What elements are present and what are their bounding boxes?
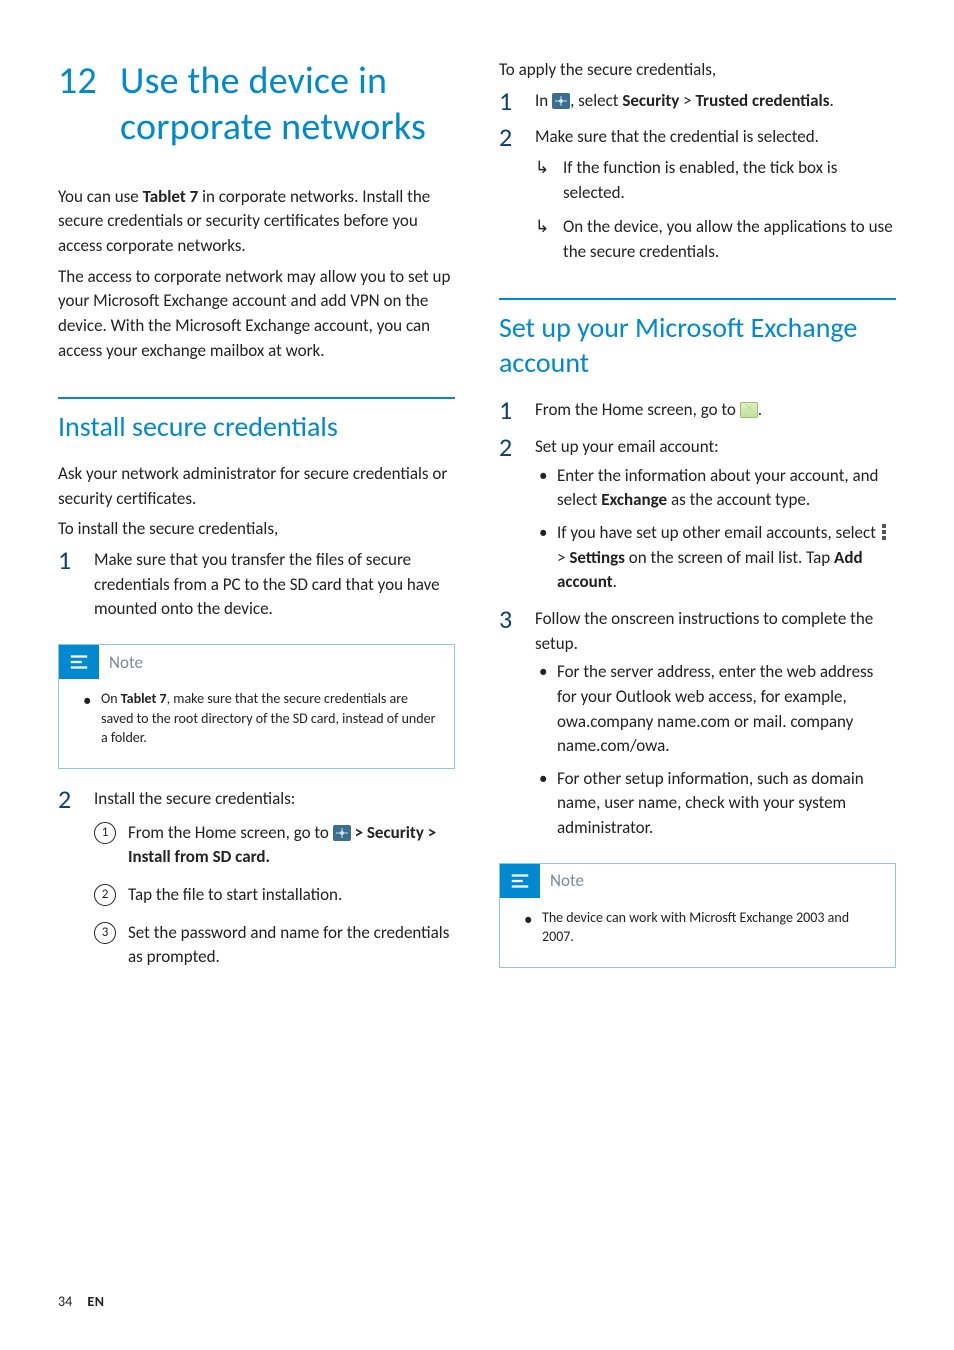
note-icon: [500, 864, 540, 898]
note-label: Note: [99, 652, 143, 673]
text: .: [829, 90, 833, 111]
overflow-icon: [880, 523, 888, 541]
columns: 12 Use the device in corporate networks …: [58, 58, 896, 986]
section-title-install: Install secure credentials: [58, 397, 455, 444]
text: as the account type.: [667, 489, 810, 510]
section-title-exchange: Set up your Microsoft Exchange account: [499, 298, 896, 380]
install-para-1: Ask your network administrator for secur…: [58, 462, 455, 511]
note-label: Note: [540, 870, 584, 891]
substep-2: Tap the file to start installation.: [94, 883, 455, 907]
page-footer: 34 EN: [58, 1293, 104, 1310]
note-head: Note: [59, 645, 454, 679]
text: Make sure that the credential is selecte…: [535, 126, 819, 147]
text: >: [679, 90, 695, 111]
apply-steps: In , select Security > Trusted credentia…: [499, 89, 896, 265]
product-name: Tablet 7: [121, 690, 167, 707]
exchange-step2-bullets: Enter the information about your account…: [535, 464, 896, 595]
text: You can use: [58, 186, 143, 207]
install-steps-cont: Install the secure credentials: From the…: [58, 787, 455, 969]
substep-1: From the Home screen, go to > Security >…: [94, 821, 455, 869]
right-column: To apply the secure credentials, In , se…: [499, 58, 896, 986]
page-lang: EN: [87, 1293, 104, 1310]
text: On: [101, 690, 121, 707]
text: .: [758, 399, 762, 420]
text: Install the secure credentials:: [94, 788, 295, 809]
text: Security: [622, 90, 679, 111]
note-head: Note: [500, 864, 895, 898]
note-item: The device can work with Microsft Exchan…: [520, 908, 883, 947]
intro-paragraph-1: You can use Tablet 7 in corporate networ…: [58, 185, 455, 259]
bullet: Enter the information about your account…: [535, 464, 896, 513]
note-glyph-icon: [509, 870, 531, 892]
note-item: On Tablet 7, make sure that the secure c…: [79, 689, 442, 748]
bullet: For the server address, enter the web ad…: [535, 660, 896, 759]
substep-3: Set the password and name for the creden…: [94, 921, 455, 969]
note-body: The device can work with Microsft Exchan…: [500, 898, 895, 967]
settings-icon: [333, 825, 351, 841]
text: on the screen of mail list. Tap: [625, 547, 834, 568]
note-body: On Tablet 7, make sure that the secure c…: [59, 679, 454, 768]
apply-step-2: Make sure that the credential is selecte…: [499, 125, 896, 264]
text: If you have set up other email accounts,…: [557, 522, 880, 543]
text: Exchange: [601, 489, 667, 510]
text: .: [613, 571, 617, 592]
install-step-1: Make sure that you transfer the files of…: [58, 548, 455, 622]
install-step-2: Install the secure credentials: From the…: [58, 787, 455, 969]
exchange-step-3: Follow the onscreen instructions to comp…: [499, 607, 896, 841]
text: From the Home screen, go to: [128, 822, 333, 843]
install-subhead: To install the secure credentials,: [58, 517, 455, 542]
note-box-2: Note The device can work with Microsft E…: [499, 863, 896, 968]
exchange-steps: From the Home screen, go to . Set up you…: [499, 398, 896, 840]
text: In: [535, 90, 552, 111]
text: Settings: [569, 547, 625, 568]
text: Trusted credentials: [696, 90, 830, 111]
install-substeps: From the Home screen, go to > Security >…: [94, 821, 455, 968]
apply-arrow-1: If the function is enabled, the tick box…: [535, 156, 896, 205]
left-column: 12 Use the device in corporate networks …: [58, 58, 455, 986]
page-number: 34: [58, 1293, 72, 1310]
exchange-step-1: From the Home screen, go to .: [499, 398, 896, 423]
bullet: If you have set up other email accounts,…: [535, 521, 896, 595]
apply-arrow-2: On the device, you allow the application…: [535, 215, 896, 264]
apply-subhead: To apply the secure credentials,: [499, 58, 896, 83]
page: 12 Use the device in corporate networks …: [0, 0, 954, 1350]
settings-icon: [552, 93, 570, 109]
chapter-title: 12 Use the device in corporate networks: [58, 58, 455, 151]
install-steps: Make sure that you transfer the files of…: [58, 548, 455, 622]
text: , select: [570, 90, 622, 111]
apply-sublist: If the function is enabled, the tick box…: [535, 156, 896, 265]
intro-paragraph-2: The access to corporate network may allo…: [58, 265, 455, 364]
text: Follow the onscreen instructions to comp…: [535, 608, 873, 654]
exchange-step-2: Set up your email account: Enter the inf…: [499, 435, 896, 595]
mail-icon: [740, 402, 758, 418]
text: From the Home screen, go to: [535, 399, 740, 420]
apply-step-1: In , select Security > Trusted credentia…: [499, 89, 896, 114]
chapter-text: Use the device in corporate networks: [120, 58, 455, 151]
product-name: Tablet 7: [143, 186, 199, 207]
exchange-step3-bullets: For the server address, enter the web ad…: [535, 660, 896, 840]
text: >: [557, 547, 569, 568]
bullet: For other setup information, such as dom…: [535, 767, 896, 841]
chapter-number: 12: [58, 58, 120, 104]
note-box-1: Note On Tablet 7, make sure that the sec…: [58, 644, 455, 769]
note-glyph-icon: [68, 651, 90, 673]
note-icon: [59, 645, 99, 679]
text: Set up your email account:: [535, 436, 719, 457]
